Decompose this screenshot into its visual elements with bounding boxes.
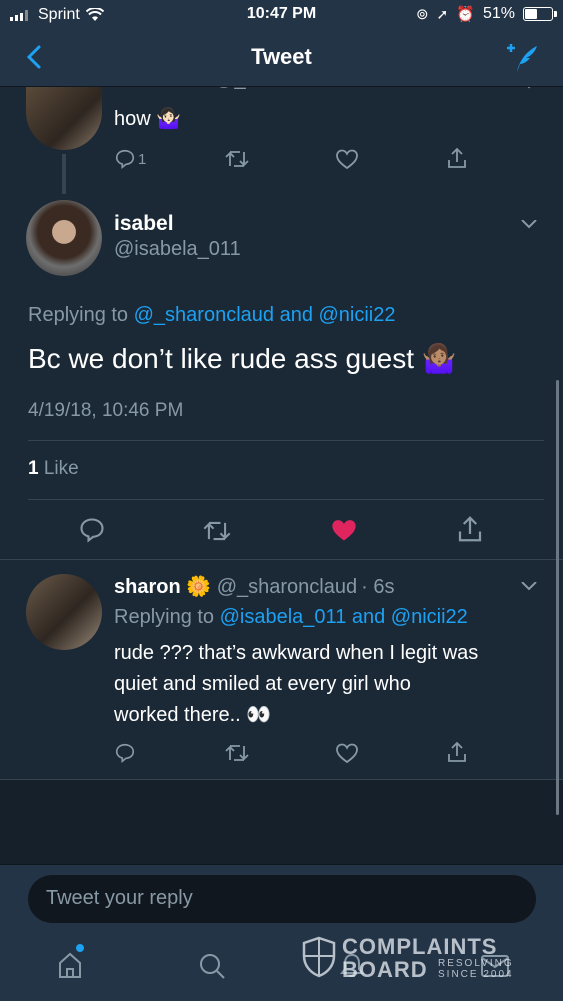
- reply-tweet-handle[interactable]: @_sharonclaud: [217, 576, 357, 598]
- shrug-emoji: 🤷🏽‍♀️: [421, 343, 457, 374]
- watermark-tag1: RESOLVING: [438, 958, 514, 969]
- like-icon[interactable]: [335, 742, 359, 764]
- main-tweet: isabel @isabela_011 Replying to @_sharon…: [0, 186, 563, 560]
- empty-area: [0, 780, 563, 864]
- notification-dot: [76, 944, 84, 952]
- reply-text-line: worked there..: [114, 704, 241, 726]
- share-icon[interactable]: [456, 514, 484, 544]
- likes-count: 1: [28, 458, 39, 479]
- replying-prefix: Replying to: [28, 304, 134, 326]
- reply-icon[interactable]: [114, 742, 136, 764]
- reply-icon: [115, 149, 135, 169]
- likes-count-row[interactable]: 1 Like: [28, 458, 79, 480]
- replying-to-link[interactable]: @_sharonclaud and @nicii22: [134, 304, 396, 326]
- watermark-tag2: SINCE 2004: [438, 969, 514, 980]
- replying-to-link[interactable]: @isabela_011 and @nicii22: [220, 606, 468, 628]
- status-bar: Sprint 10:47 PM ⊚ ➚ ⏰ 51%: [0, 0, 563, 30]
- status-right: ⊚ ➚ ⏰ 51%: [415, 5, 557, 23]
- retweet-icon[interactable]: [224, 148, 250, 170]
- share-icon[interactable]: [446, 146, 468, 170]
- prev-tweet-text: how 🤷🏻‍♀️: [114, 106, 181, 131]
- reply-tweet-time: · 6s: [361, 576, 395, 598]
- main-tweet-name[interactable]: isabel: [114, 212, 174, 236]
- battery-icon: [523, 7, 557, 21]
- home-icon: [59, 952, 81, 978]
- page-title: Tweet: [251, 44, 312, 69]
- tab-home[interactable]: [56, 944, 84, 985]
- main-tweet-timestamp: 4/19/18, 10:46 PM: [28, 400, 184, 421]
- eyes-emoji: 👀: [246, 704, 272, 726]
- like-icon[interactable]: [335, 148, 359, 170]
- shrug-emoji: 🤷🏻‍♀️: [156, 108, 182, 130]
- alarm-icon: ⏰: [456, 6, 475, 23]
- replying-to: Replying to @_sharonclaud and @nicii22: [28, 304, 396, 327]
- main-tweet-body: Bc we don’t like rude ass guest: [28, 343, 414, 374]
- scrollbar[interactable]: [556, 380, 559, 815]
- reply-text-line: rude ??? that’s awkward when I legit was: [114, 642, 479, 664]
- search-icon[interactable]: [198, 952, 226, 980]
- battery-fill: [525, 9, 538, 19]
- avatar[interactable]: [26, 86, 102, 150]
- daisy-emoji: 🌼: [186, 576, 212, 598]
- liked-heart-icon[interactable]: [330, 517, 358, 543]
- divider: [28, 440, 544, 441]
- divider: [28, 499, 544, 500]
- chevron-down-icon[interactable]: [520, 582, 538, 592]
- replying-to: Replying to @isabela_011 and @nicii22: [114, 606, 468, 629]
- reply-tweet[interactable]: sharon 🌼 @_sharonclaud · 6s Replying to @…: [0, 560, 563, 780]
- screen-lock-icon: ⊚: [415, 6, 429, 23]
- prev-tweet[interactable]: sharon @_sharonclaud · 5m how 🤷🏻‍♀️ 1: [0, 76, 563, 194]
- compose-tweet-icon[interactable]: [505, 40, 541, 76]
- battery-percent: 51%: [482, 5, 515, 22]
- reply-tweet-header: sharon 🌼 @_sharonclaud · 6s: [114, 574, 394, 599]
- avatar[interactable]: [26, 574, 102, 650]
- reply-text-line: quiet and smiled at every girl who: [114, 673, 411, 695]
- watermark: COMPLAINTS BOARD RESOLVING SINCE 2004: [302, 934, 522, 984]
- reply-icon[interactable]: [78, 516, 106, 544]
- watermark-line2: BOARD: [342, 957, 428, 982]
- replying-prefix: Replying to: [114, 606, 220, 628]
- avatar[interactable]: [26, 200, 102, 276]
- reply-action[interactable]: 1: [114, 148, 146, 170]
- prev-tweet-text-body: how: [114, 108, 151, 130]
- chevron-down-icon[interactable]: [520, 220, 538, 230]
- reply-tweet-name[interactable]: sharon: [114, 576, 181, 598]
- retweet-icon[interactable]: [202, 518, 232, 544]
- main-tweet-text: Bc we don’t like rude ass guest 🤷🏽‍♀️: [28, 342, 457, 375]
- reply-tweet-text: rude ??? that’s awkward when I legit was…: [114, 638, 478, 731]
- retweet-icon[interactable]: [224, 742, 250, 764]
- location-icon: ➚: [436, 5, 449, 22]
- main-tweet-handle[interactable]: @isabela_011: [114, 238, 241, 261]
- share-icon[interactable]: [446, 740, 468, 764]
- shield-logo-icon: [302, 936, 336, 978]
- reply-input[interactable]: Tweet your reply: [28, 875, 536, 923]
- likes-label: Like: [38, 458, 79, 479]
- reply-count: 1: [138, 150, 147, 168]
- nav-bar: Tweet: [0, 30, 563, 87]
